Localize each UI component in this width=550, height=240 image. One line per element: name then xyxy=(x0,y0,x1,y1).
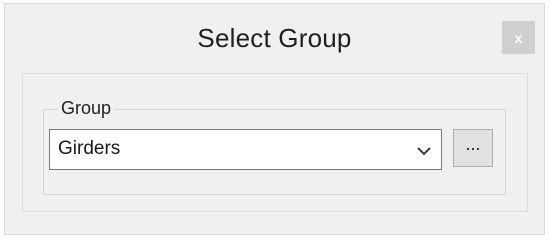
group-label: Group xyxy=(58,95,115,121)
close-icon: x xyxy=(514,29,523,46)
content-panel: Group Girders ... xyxy=(22,73,528,212)
title-bar: Select Group x xyxy=(5,4,544,72)
group-box: Group Girders ... xyxy=(43,95,506,195)
browse-button[interactable]: ... xyxy=(453,129,493,167)
group-combobox[interactable]: Girders xyxy=(49,129,442,170)
group-combobox-value: Girders xyxy=(58,138,121,159)
select-group-dialog: Select Group x Group Girders ... xyxy=(4,3,545,235)
chevron-down-icon[interactable] xyxy=(414,141,434,161)
dialog-title: Select Group xyxy=(197,23,352,53)
close-button[interactable]: x xyxy=(502,21,535,54)
